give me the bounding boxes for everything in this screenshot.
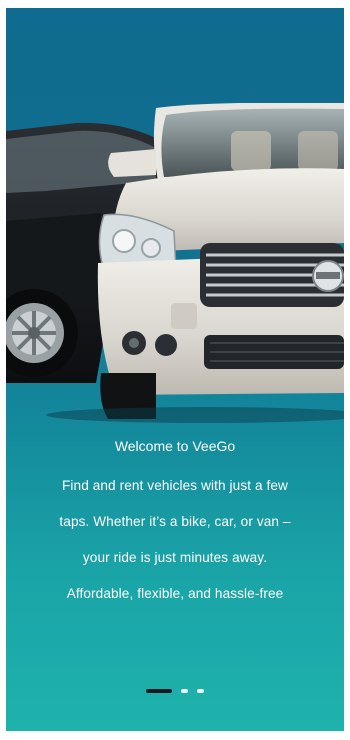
description-line-1: Find and rent vehicles with just a few — [62, 478, 288, 493]
description-line-4: Affordable, flexible, and hassle-free — [66, 586, 284, 601]
page-dot-3[interactable] — [197, 689, 204, 693]
hero-car-image — [6, 103, 344, 423]
page-dot-2[interactable] — [181, 689, 188, 693]
welcome-text-block: Welcome to VeeGo Find and rent vehicles … — [18, 436, 332, 612]
description-line-3: your ride is just minutes away. — [82, 550, 268, 565]
page-dot-1-active[interactable] — [146, 689, 172, 693]
welcome-title: Welcome to VeeGo — [114, 438, 236, 454]
page-indicator — [6, 689, 344, 693]
description-line-2: taps. Whether it’s a bike, car, or van – — [59, 514, 291, 529]
onboarding-screen: Welcome to VeeGo Find and rent vehicles … — [6, 8, 344, 731]
